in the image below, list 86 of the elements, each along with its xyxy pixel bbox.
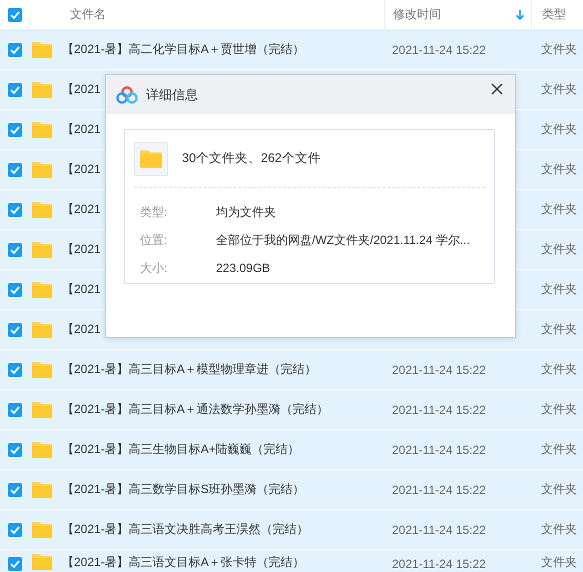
cloud-icon — [116, 86, 138, 104]
folder-icon — [31, 80, 53, 98]
file-type: 文件夹 — [541, 401, 577, 418]
file-name: 【2021-暑】高三数学目标S班孙墨漪（完结） — [62, 481, 305, 498]
detail-label: 位置: — [140, 232, 168, 248]
folder-icon — [31, 440, 53, 458]
file-name: 【2021-暑】高三目标A＋通法数学孙墨漪（完结） — [62, 401, 329, 418]
checkbox[interactable] — [8, 82, 22, 96]
folder-icon — [31, 480, 53, 498]
detail-value: 均为文件夹 — [216, 204, 276, 220]
selection-summary: 30个文件夹、262个文件 — [182, 150, 321, 167]
checkbox[interactable] — [8, 402, 22, 416]
folder-icon — [31, 360, 53, 378]
file-row[interactable]: 【2021-暑】高三语文决胜高考王淏然（完结） 2021-11-24 15:22 文件夹 — [0, 510, 583, 550]
arrow-down-icon[interactable] — [515, 8, 525, 20]
file-name: 【2021 — [62, 81, 101, 98]
column-header: 文件名 — [70, 6, 106, 23]
folder-icon — [31, 120, 53, 138]
detail-value: 223.09GB — [216, 261, 270, 275]
folder-icon — [31, 200, 53, 218]
folder-icon — [31, 400, 53, 418]
file-row[interactable]: 【2021-暑】高三数学目标S班孙墨漪（完结） 2021-11-24 15:22 文件夹 — [0, 470, 583, 510]
checkbox[interactable] — [8, 122, 22, 136]
file-row[interactable]: 【2021-暑】高二化学目标A＋贾世增（完结） 2021-11-24 15:22 文件夹 — [0, 30, 583, 70]
file-type: 文件夹 — [541, 321, 577, 338]
folder-icon — [31, 320, 53, 338]
file-name: 【2021-暑】高三语文目标A＋张卡特（完结） — [62, 554, 305, 571]
file-type: 文件夹 — [541, 361, 577, 378]
column-header: 类型 — [542, 6, 566, 23]
modified-date: 2021-11-24 15:22 — [392, 362, 486, 376]
checkbox[interactable] — [8, 202, 22, 216]
file-type: 文件夹 — [541, 241, 577, 258]
checkbox[interactable] — [8, 557, 22, 571]
file-name: 【2021-暑】高三目标A＋模型物理章进（完结） — [62, 361, 317, 378]
file-row[interactable]: 【2021-暑】高三目标A＋通法数学孙墨漪（完结） 2021-11-24 15:22 文件夹 — [0, 390, 583, 430]
close-icon[interactable] — [491, 82, 503, 94]
file-type: 文件夹 — [541, 201, 577, 218]
dialog-title: 详细信息 — [146, 86, 199, 104]
file-type: 文件夹 — [541, 161, 577, 178]
folder-icon — [31, 553, 53, 571]
file-name: 【2021 — [62, 321, 101, 338]
column-header: 修改时间 — [393, 6, 441, 23]
detail-label: 类型: — [140, 204, 168, 220]
checkbox[interactable] — [8, 362, 22, 376]
modified-date: 2021-11-24 15:22 — [392, 402, 486, 416]
file-name: 【2021 — [62, 121, 101, 138]
file-type: 文件夹 — [541, 481, 577, 498]
detail-value: 全部位于我的网盘/WZ文件夹/2021.11.24 学尔... — [216, 232, 470, 248]
file-name: 【2021 — [62, 241, 101, 258]
file-type: 文件夹 — [541, 41, 577, 58]
checkbox[interactable] — [8, 282, 22, 296]
folder-icon — [31, 520, 53, 538]
file-type: 文件夹 — [541, 281, 577, 298]
checkbox[interactable] — [8, 322, 22, 336]
checkbox[interactable] — [8, 8, 22, 22]
file-name: 【2021-暑】高三语文决胜高考王淏然（完结） — [62, 521, 309, 538]
modified-date: 2021-11-24 15:22 — [392, 557, 486, 571]
checkbox[interactable] — [8, 442, 22, 456]
folder-icon — [31, 240, 53, 258]
checkbox[interactable] — [8, 482, 22, 496]
file-name: 【2021 — [62, 161, 101, 178]
checkbox[interactable] — [8, 162, 22, 176]
folder-icon — [31, 280, 53, 298]
file-type: 文件夹 — [541, 521, 577, 538]
file-row[interactable]: 【2021-暑】高三语文目标A＋张卡特（完结） 2021-11-24 15:22 文件夹 — [0, 550, 583, 572]
detail-label: 大小: — [140, 260, 168, 276]
modified-date: 2021-11-24 15:22 — [392, 522, 486, 536]
file-type: 文件夹 — [541, 441, 577, 458]
checkbox[interactable] — [8, 42, 22, 56]
checkbox[interactable] — [8, 242, 22, 256]
checkbox[interactable] — [8, 522, 22, 536]
modified-date: 2021-11-24 15:22 — [392, 482, 486, 496]
file-name: 【2021 — [62, 201, 101, 218]
file-row[interactable]: 【2021-暑】高三生物目标A+陆巍巍（完结） 2021-11-24 15:22 文件夹 — [0, 430, 583, 470]
file-type: 文件夹 — [541, 81, 577, 98]
file-name: 【2021-暑】高二化学目标A＋贾世增（完结） — [62, 41, 305, 58]
folder-icon — [139, 148, 163, 168]
modified-date: 2021-11-24 15:22 — [392, 42, 486, 56]
folder-icon — [31, 40, 53, 58]
file-type: 文件夹 — [541, 121, 577, 138]
file-row[interactable]: 【2021-暑】高三目标A＋模型物理章进（完结） 2021-11-24 15:22 文件夹 — [0, 350, 583, 390]
modified-date: 2021-11-24 15:22 — [392, 442, 486, 456]
file-type: 文件夹 — [541, 554, 577, 571]
file-name: 【2021-暑】高三生物目标A+陆巍巍（完结） — [62, 441, 300, 458]
folder-icon — [31, 160, 53, 178]
file-name: 【2021 — [62, 281, 101, 298]
